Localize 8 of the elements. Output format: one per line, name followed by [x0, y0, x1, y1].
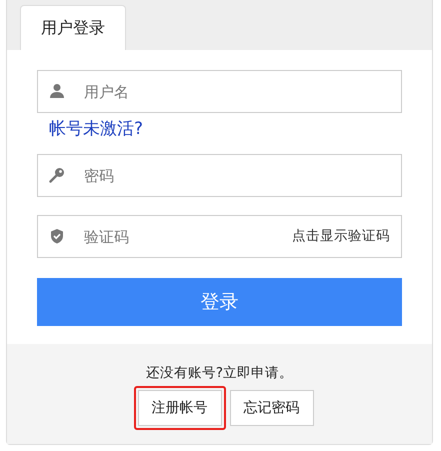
forgot-password-button[interactable]: 忘记密码	[230, 390, 314, 426]
register-button[interactable]: 注册帐号	[138, 390, 222, 426]
signup-prompt: 还没有账号?立即申请。	[146, 364, 294, 382]
show-captcha-link[interactable]: 点击显示验证码	[292, 227, 390, 245]
login-button[interactable]: 登录	[37, 278, 402, 326]
input-field[interactable]: 用户名	[37, 70, 402, 113]
input-field[interactable]: 密码	[37, 154, 402, 197]
login-tab[interactable]: 用户登录	[20, 5, 126, 50]
